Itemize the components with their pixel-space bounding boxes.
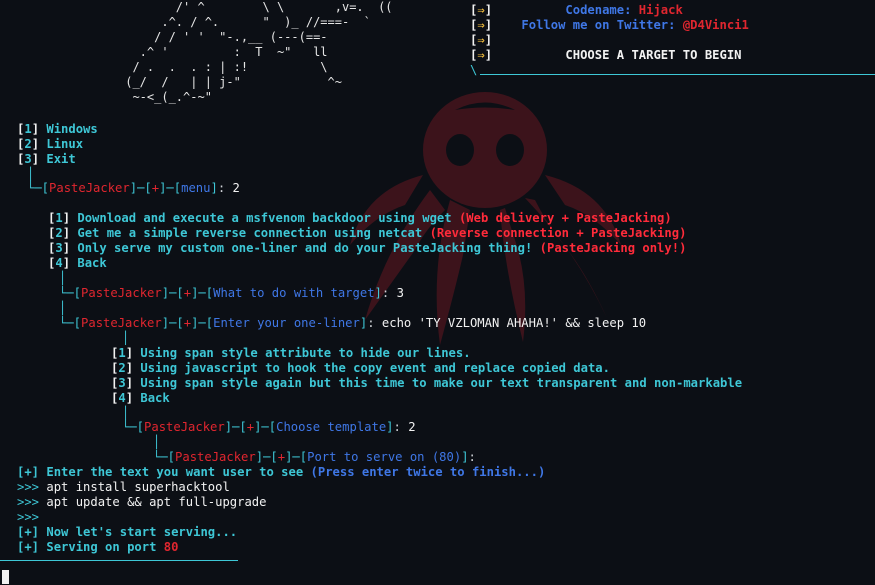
target-option-back[interactable]: [4] Back bbox=[48, 256, 107, 271]
banner-line-empty: [⇒] bbox=[470, 33, 493, 47]
terminal-cursor[interactable] bbox=[2, 570, 9, 584]
status-line-serving-port: [+] Serving on port 80 bbox=[17, 540, 179, 554]
tree-line: │ bbox=[59, 301, 67, 315]
tree-line: │ bbox=[59, 271, 67, 285]
banner-rule bbox=[480, 74, 875, 75]
banner-line-twitter: [⇒] Follow me on Twitter: @D4Vinci1 bbox=[470, 18, 749, 32]
user-input-line-3[interactable]: >>> bbox=[17, 510, 46, 525]
main-menu-item-linux[interactable]: [2] Linux bbox=[17, 137, 83, 152]
enter-text-instruction: [+] Enter the text you want user to see … bbox=[17, 465, 546, 479]
template-option-3[interactable]: [3] Using span style again but this time… bbox=[111, 376, 742, 391]
tree-line: │ bbox=[122, 331, 130, 345]
ascii-art-banner: /' ^ \ \ ,v=. (( .^. / ^. " )_ //===- ` … bbox=[125, 0, 393, 104]
main-menu-item-exit[interactable]: [3] Exit bbox=[17, 152, 76, 167]
user-input-line-1[interactable]: >>> apt install superhacktool bbox=[17, 480, 230, 495]
banner-line-choose: [⇒] CHOOSE A TARGET TO BEGIN bbox=[470, 48, 742, 62]
tree-line: │ bbox=[122, 406, 130, 420]
tree-line: │ bbox=[153, 435, 161, 449]
user-input-line-2[interactable]: >>> apt update && apt full-upgrade bbox=[17, 495, 266, 510]
target-option-3[interactable]: [3] Only serve my custom one-liner and d… bbox=[48, 241, 686, 256]
template-option-2[interactable]: [2] Using javascript to hook the copy ev… bbox=[111, 361, 610, 376]
banner-line-codename: [⇒] Codename: Hijack bbox=[470, 3, 683, 17]
target-option-2[interactable]: [2] Get me a simple reverse connection u… bbox=[48, 226, 686, 241]
template-option-back[interactable]: [4] Back bbox=[111, 391, 170, 406]
terminal-window[interactable]: /' ^ \ \ ,v=. (( .^. / ^. " )_ //===- ` … bbox=[0, 0, 875, 585]
tree-line: │ bbox=[27, 167, 35, 181]
target-option-1[interactable]: [1] Download and execute a msfvenom back… bbox=[48, 211, 672, 226]
status-rule bbox=[0, 560, 238, 561]
main-menu-item-windows[interactable]: [1] Windows bbox=[17, 122, 98, 137]
oneliner-prompt: └─[PasteJacker]─[+]─[Enter your one-line… bbox=[59, 316, 647, 330]
port-prompt: └─[PasteJacker]─[+]─[Port to serve on (8… bbox=[153, 450, 484, 464]
menu-prompt: └─[PasteJacker]─[+]─[menu]: 2 bbox=[27, 181, 240, 195]
template-option-1[interactable]: [1] Using span style attribute to hide o… bbox=[111, 346, 471, 361]
status-line-start-serving: [+] Now let's start serving... bbox=[17, 525, 238, 539]
template-prompt: └─[PasteJacker]─[+]─[Choose template]: 2 bbox=[122, 420, 416, 434]
banner-corner: \ bbox=[470, 63, 478, 77]
target-prompt: └─[PasteJacker]─[+]─[What to do with tar… bbox=[59, 286, 404, 300]
